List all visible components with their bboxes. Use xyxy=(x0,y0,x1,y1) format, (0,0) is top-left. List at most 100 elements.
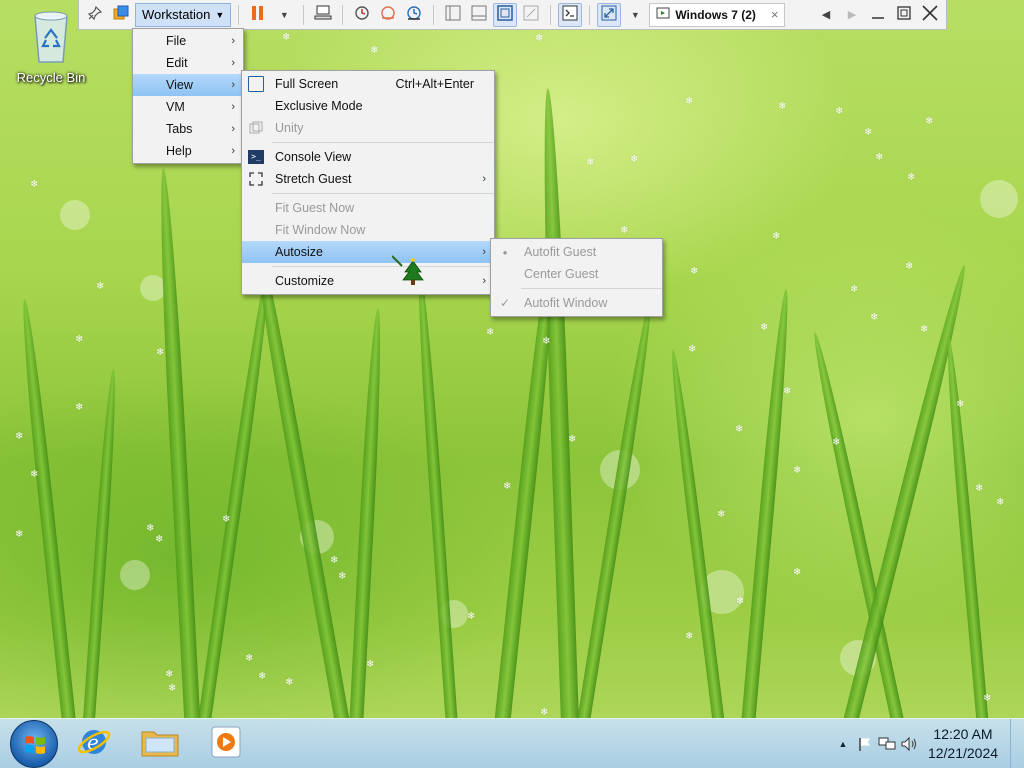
autosize-submenu: ● Autofit Guest Center Guest ✓ Autofit W… xyxy=(490,238,663,317)
internet-explorer-icon: e xyxy=(75,723,113,764)
menu-item-autofit-window[interactable]: ✓ Autofit Window xyxy=(491,292,662,314)
menu-item-label: View xyxy=(166,78,193,92)
show-thumbnail-bar-button[interactable] xyxy=(467,3,491,27)
menu-item-label: VM xyxy=(166,100,185,114)
media-player-icon xyxy=(208,724,244,763)
start-button[interactable] xyxy=(10,719,58,768)
volume-icon[interactable] xyxy=(898,734,920,754)
action-center-flag-icon[interactable] xyxy=(854,734,876,754)
menu-item-label: Fit Guest Now xyxy=(275,201,355,215)
snapshot-icon xyxy=(353,5,371,24)
menu-divider xyxy=(272,142,494,143)
taskbar: e ▲ 12:20 AM 12/21/2024 xyxy=(0,718,1024,768)
menu-item-label: Autofit Window xyxy=(524,296,608,310)
menu-item-full-screen[interactable]: Full Screen Ctrl+Alt+Enter xyxy=(242,73,494,95)
menu-item-help[interactable]: Help › xyxy=(133,140,243,162)
taskbar-clock[interactable]: 12:20 AM 12/21/2024 xyxy=(920,725,1006,763)
menu-item-label: Full Screen xyxy=(275,77,339,91)
workstation-label: Workstation xyxy=(142,7,211,22)
notification-area: ▲ 12:20 AM 12/21/2024 xyxy=(832,719,1024,768)
chevron-right-icon: › xyxy=(231,145,235,157)
close-tab-icon[interactable]: × xyxy=(771,7,779,22)
menu-item-autofit-guest[interactable]: ● Autofit Guest xyxy=(491,241,662,263)
vm-icon xyxy=(656,6,670,23)
menu-item-label: Fit Window Now xyxy=(275,223,366,237)
menu-item-edit[interactable]: Edit › xyxy=(133,52,243,74)
menu-item-customize[interactable]: Customize › xyxy=(242,270,494,292)
menu-divider xyxy=(272,266,494,267)
scroll-tabs-left-button[interactable]: ◀ xyxy=(814,3,838,27)
scroll-tabs-right-button[interactable]: ▶ xyxy=(840,3,864,27)
menu-item-exclusive-mode[interactable]: Exclusive Mode xyxy=(242,95,494,117)
recycle-bin-icon xyxy=(29,8,73,64)
restore-icon xyxy=(896,5,912,24)
pin-icon xyxy=(87,5,103,23)
workstation-menu-button[interactable]: Workstation ▼ xyxy=(135,2,232,27)
console-icon xyxy=(562,5,578,24)
menu-item-center-guest[interactable]: Center Guest xyxy=(491,263,662,285)
show-desktop-button[interactable] xyxy=(1010,719,1024,768)
tab-windows-7[interactable]: Windows 7 (2) × xyxy=(649,2,786,27)
stretch-guest-button[interactable] xyxy=(597,2,622,27)
console-view-button[interactable] xyxy=(558,2,583,27)
menu-item-console-view[interactable]: >_ Console View xyxy=(242,146,494,168)
show-hidden-icons-button[interactable]: ▲ xyxy=(832,734,854,754)
power-dropdown-button[interactable]: ▼ xyxy=(272,3,296,27)
chevron-right-icon: › xyxy=(231,35,235,47)
toolbar-divider xyxy=(589,4,591,25)
menu-item-label: Autofit Guest xyxy=(524,245,597,259)
full-screen-icon xyxy=(497,5,514,24)
chevron-right-icon: › xyxy=(231,79,235,91)
menu-item-vm[interactable]: VM › xyxy=(133,96,243,118)
toolbar-divider xyxy=(303,4,305,25)
taskbar-file-explorer[interactable] xyxy=(130,721,190,767)
chevron-right-icon: › xyxy=(231,123,235,135)
take-snapshot-button[interactable] xyxy=(350,3,374,27)
menu-item-fit-window-now[interactable]: Fit Window Now xyxy=(242,219,494,241)
full-screen-button[interactable] xyxy=(493,2,518,27)
snapshot-manager-button[interactable] xyxy=(402,3,426,27)
menu-item-label: Tabs xyxy=(166,122,193,136)
unity-icon xyxy=(523,5,539,24)
pause-icon xyxy=(251,5,265,24)
clock-date: 12/21/2024 xyxy=(927,745,999,761)
menu-item-label: Autosize xyxy=(275,245,323,259)
stretch-dropdown-button[interactable]: ▼ xyxy=(623,3,647,27)
chevron-right-icon: › xyxy=(482,275,486,287)
checkmark-icon: ✓ xyxy=(499,296,511,310)
taskbar-internet-explorer[interactable]: e xyxy=(64,721,124,767)
pause-button[interactable] xyxy=(246,3,270,27)
unity-button[interactable] xyxy=(519,3,543,27)
network-icon[interactable] xyxy=(876,734,898,754)
menu-item-file[interactable]: File › xyxy=(133,30,243,52)
stretch-icon xyxy=(601,5,617,24)
menu-item-unity[interactable]: Unity xyxy=(242,117,494,139)
pin-toolbar-button[interactable] xyxy=(83,3,107,27)
recycle-bin-label: Recycle Bin xyxy=(16,70,86,85)
revert-snapshot-button[interactable] xyxy=(376,3,400,27)
menu-item-view[interactable]: View › xyxy=(133,74,243,96)
view-submenu: Full Screen Ctrl+Alt+Enter Exclusive Mod… xyxy=(241,70,495,295)
taskbar-media-player[interactable] xyxy=(196,721,256,767)
exit-full-screen-button[interactable] xyxy=(918,3,942,27)
menu-item-fit-guest-now[interactable]: Fit Guest Now xyxy=(242,197,494,219)
show-library-button[interactable] xyxy=(441,3,465,27)
chevron-right-icon: › xyxy=(231,57,235,69)
send-ctrl-alt-del-button[interactable] xyxy=(311,3,335,27)
minimize-button[interactable] xyxy=(866,3,890,27)
restore-button[interactable] xyxy=(892,3,916,27)
sidebar-icon xyxy=(445,5,461,24)
menu-item-autosize[interactable]: Autosize › xyxy=(242,241,494,263)
thumbnail-bar-icon xyxy=(471,5,487,24)
windows-logo-icon xyxy=(23,733,47,760)
tree-cursor-icon xyxy=(391,254,426,291)
menu-item-label: Console View xyxy=(275,150,352,164)
menu-item-stretch-guest[interactable]: Stretch Guest › xyxy=(242,168,494,190)
restore-windows-button[interactable] xyxy=(109,3,133,27)
tab-label: Windows 7 (2) xyxy=(675,7,756,22)
minimize-icon xyxy=(870,5,886,24)
menu-item-label: Edit xyxy=(166,56,188,70)
menu-item-tabs[interactable]: Tabs › xyxy=(133,118,243,140)
unity-icon xyxy=(247,119,265,137)
toolbar-divider xyxy=(342,4,344,25)
